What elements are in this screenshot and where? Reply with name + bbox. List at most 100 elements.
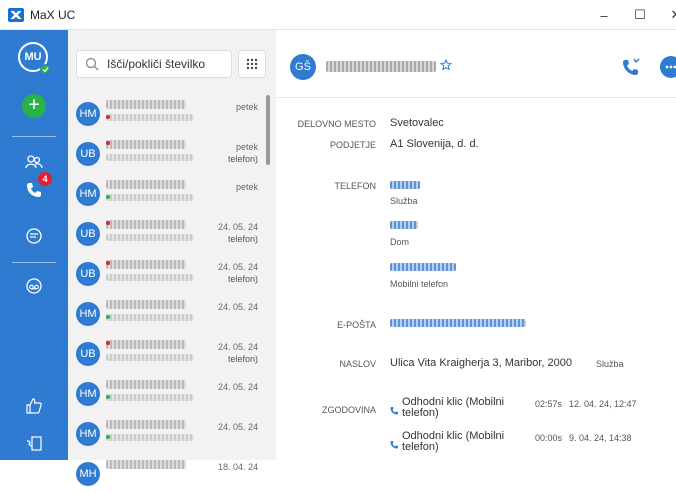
answered-call-icon [106,195,110,199]
list-item[interactable]: HM 24. 05. 24 [68,412,268,452]
contact-avatar: UB [76,262,100,286]
missed-call-icon [106,261,110,265]
contact-header: GŠ [276,30,676,98]
contact-detail-redacted [106,114,194,121]
phone-type: Mobilni telefon [390,279,449,289]
contact-name-redacted [106,100,186,109]
contact-name-redacted [106,460,186,469]
item-detail-tail: telefon) [227,274,258,284]
phone-number-redacted[interactable] [390,181,420,189]
missed-call-icon [106,341,110,345]
contact-name-redacted [106,380,186,389]
presence-online-icon [40,64,50,74]
app-logo-icon [8,7,24,22]
contact-avatar: GŠ [290,54,316,80]
item-date: 24. 05. 24 [217,262,258,272]
contact-name-redacted [106,140,186,149]
phone-type: Služba [390,196,418,206]
contact-detail-redacted [106,434,194,441]
history-entry-duration: 00:00s [535,433,563,443]
item-date: petek [235,102,258,112]
list-item[interactable]: UB 24. 05. 24 telefon) [68,332,268,372]
contact-details-panel: GŠ DELOVNO MESTO Svetovalec PODJETJE A1 … [276,30,676,460]
close-button[interactable]: ✕ [656,0,676,30]
softphone-icon[interactable] [24,434,44,454]
field-label-company: PODJETJE [329,140,376,150]
history-entry-text[interactable]: Odhodni klic (Mobilni telefon) [402,431,517,453]
missed-call-icon [106,141,110,145]
contacts-icon[interactable] [24,152,44,172]
recent-list-panel: HM petek UB petek telefon) HM petek UB [68,30,276,486]
contact-detail-redacted [106,314,194,321]
field-company: A1 Slovenija, d. d. [390,138,479,150]
contact-detail-redacted [106,394,194,401]
call-button[interactable] [620,56,642,78]
item-detail-tail: telefon) [227,354,258,364]
contact-detail-redacted [106,234,194,241]
field-workplace: Svetovalec [390,117,444,129]
field-label-phone: TELEFON [334,181,376,191]
contact-name-redacted [106,420,186,429]
item-detail-tail: telefon) [227,154,258,164]
dialpad-icon [246,58,258,70]
answered-call-icon [106,435,110,439]
list-item[interactable]: HM 24. 05. 24 [68,372,268,412]
contact-avatar: HM [76,422,100,446]
contact-avatar: UB [76,342,100,366]
item-date: petek [235,142,258,152]
outgoing-call-icon [390,407,398,415]
item-date: 18. 04. 24 [217,462,258,472]
missed-calls-badge: 4 [38,172,52,186]
contact-avatar: HM [76,102,100,126]
more-options-button[interactable] [660,56,676,78]
search-icon [85,57,99,71]
search-box[interactable] [76,50,232,78]
maximize-button[interactable]: ☐ [620,0,660,30]
list-item[interactable]: UB 24. 05. 24 telefon) [68,212,268,252]
contact-name-redacted [106,300,186,309]
history-entry-time: 12. 04. 24, 12:47 [569,399,637,409]
contact-name-redacted [106,220,186,229]
field-label-address: NASLOV [339,359,376,369]
field-label-email: E-POŠTA [337,320,376,330]
list-item[interactable]: HM petek [68,92,268,132]
contact-detail-redacted [106,274,194,281]
contact-avatar: UB [76,222,100,246]
phone-number-redacted[interactable] [390,263,456,271]
list-item[interactable]: MH 18. 04. 24 [68,452,268,492]
recent-list: HM petek UB petek telefon) HM petek UB 2… [68,92,268,492]
feedback-icon[interactable] [24,396,44,416]
answered-call-icon [106,395,110,399]
history-entry-time: 9. 04. 24, 14:38 [569,433,632,443]
contact-detail-redacted [106,154,194,161]
missed-call-icon [106,115,110,119]
contact-avatar: HM [76,382,100,406]
add-button[interactable]: + [22,94,46,118]
item-detail-tail: telefon) [227,234,258,244]
address-type: Služba [596,359,624,369]
favorite-star-icon[interactable] [440,59,452,71]
phone-number-redacted[interactable] [390,221,418,229]
minimize-button[interactable]: – [584,0,624,30]
chat-icon[interactable] [24,226,44,246]
phone-type: Dom [390,237,410,247]
history-entry-text[interactable]: Odhodni klic (Mobilni telefon) [402,397,517,419]
list-item[interactable]: HM 24. 05. 24 [68,292,268,332]
field-label-history: ZGODOVINA [321,405,376,415]
more-icon [665,65,676,69]
nav-rail: MU + 4 [0,30,68,460]
search-input[interactable] [107,57,227,71]
email-redacted[interactable] [390,319,526,327]
list-scrollbar[interactable] [266,95,270,165]
item-date: 24. 05. 24 [217,342,258,352]
contact-detail-redacted [106,194,194,201]
history-entry-duration: 02:57s [535,399,563,409]
dialpad-button[interactable] [238,50,266,78]
list-item[interactable]: HM petek [68,172,268,212]
voicemail-icon[interactable] [24,276,44,296]
contact-detail-redacted [106,354,194,361]
item-date: 24. 05. 24 [217,302,258,312]
list-item[interactable]: UB petek telefon) [68,132,268,172]
list-item[interactable]: UB 24. 05. 24 telefon) [68,252,268,292]
item-date: 24. 05. 24 [217,382,258,392]
